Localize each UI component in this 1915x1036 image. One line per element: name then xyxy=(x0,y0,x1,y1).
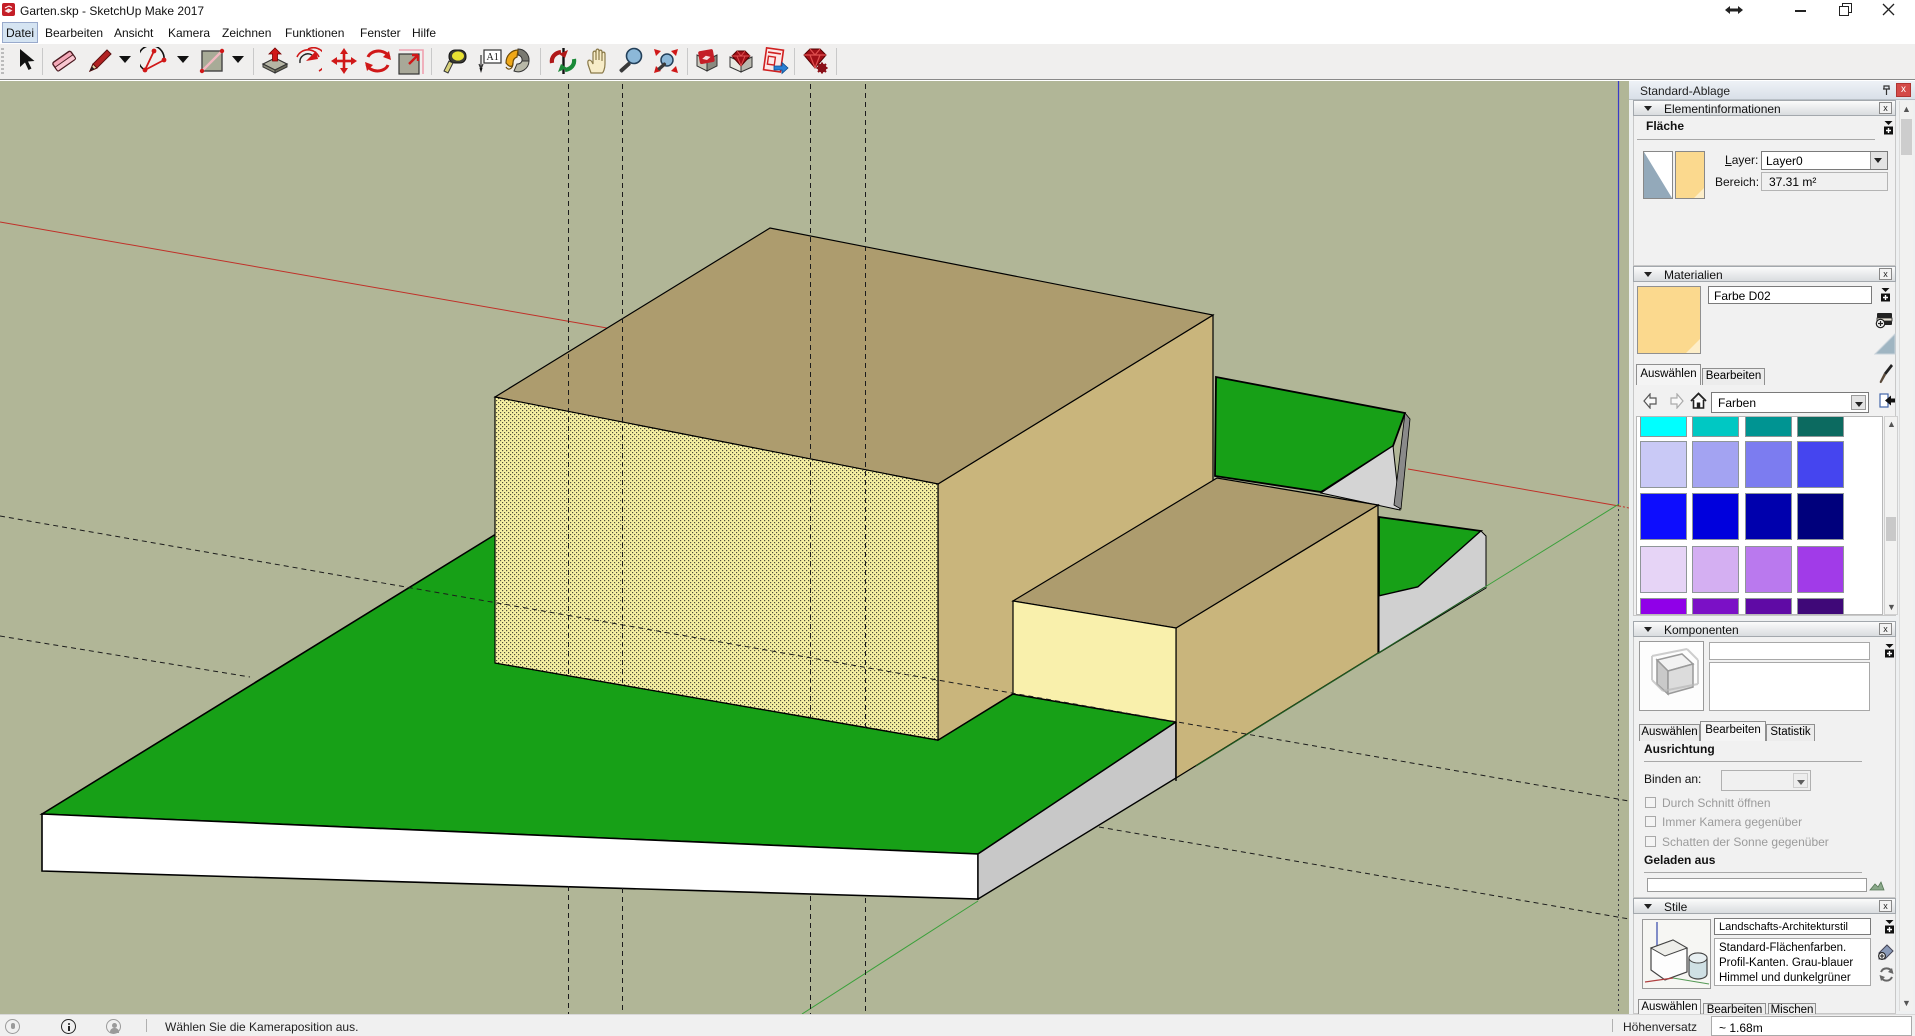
svg-text:A1: A1 xyxy=(487,52,499,63)
